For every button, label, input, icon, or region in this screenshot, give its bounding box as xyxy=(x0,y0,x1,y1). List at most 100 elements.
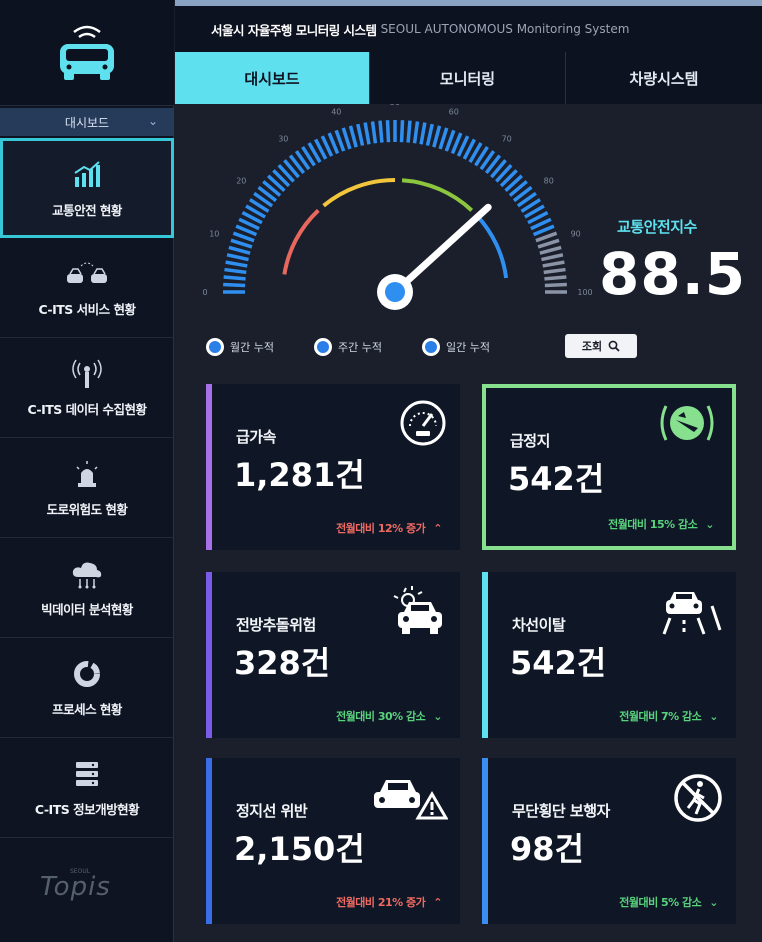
gauge-ticks xyxy=(223,120,567,294)
card-value: 98건 xyxy=(510,830,584,868)
gauge-tick xyxy=(226,253,249,262)
gauge-tick-label: 90 xyxy=(571,229,581,238)
no-pedestrian-icon xyxy=(674,774,722,822)
sidebar-item-label: 교통안전 현황 xyxy=(52,202,122,218)
gauge-tick xyxy=(537,238,560,249)
radio-dot-icon xyxy=(313,338,332,356)
gauge-tick xyxy=(444,129,456,152)
autonomous-bus-icon xyxy=(60,25,114,80)
gauge-hub-center xyxy=(385,282,405,302)
gauge-tick xyxy=(535,231,558,243)
chevron-down-icon: ⌄ xyxy=(705,517,714,531)
gauge-tick-label: 100 xyxy=(577,288,592,297)
dashboard-dropdown[interactable]: 대시보드 ⌄ xyxy=(0,108,174,136)
stat-card-lane-departure[interactable]: 차선이탈 542건 전월대비 7% 감소 ⌄ xyxy=(482,572,736,738)
chevron-down-icon: ⌄ xyxy=(433,709,442,723)
stat-card-jaywalking[interactable]: 무단횡단 보행자 98건 전월대비 5% 감소 ⌄ xyxy=(482,758,736,924)
gauge-tick xyxy=(230,238,253,249)
gauge-tick xyxy=(356,123,365,146)
card-value: 542건 xyxy=(508,460,605,498)
tab-monitoring[interactable]: 모니터링 xyxy=(369,52,565,104)
sidebar-item-process[interactable]: 프로세스 현황 xyxy=(0,638,174,738)
card-value: 328건 xyxy=(234,644,331,682)
card-change-text: 전월대비 7% 감소 xyxy=(619,710,702,723)
card-change-text: 전월대비 12% 증가 xyxy=(336,522,426,535)
query-button-label: 조회 xyxy=(581,340,603,353)
logo[interactable] xyxy=(0,0,174,106)
card-change: 전월대비 30% 감소 ⌄ xyxy=(336,708,442,724)
gauge-tick xyxy=(542,260,565,268)
card-change-text: 전월대비 5% 감소 xyxy=(619,896,702,909)
sidebar-item-label: 프로세스 현황 xyxy=(52,702,122,717)
card-title: 전방추돌위험 xyxy=(236,616,316,634)
card-title: 급가속 xyxy=(236,428,276,446)
gauge-tick xyxy=(363,122,371,145)
sidebar-item-label: 빅데이터 분석현황 xyxy=(41,602,133,617)
search-icon xyxy=(608,340,620,352)
card-change: 전월대비 21% 증가 ⌃ xyxy=(336,894,442,910)
chevron-down-icon: ⌄ xyxy=(709,709,718,723)
card-change: 전월대비 12% 증가 ⌃ xyxy=(336,520,442,536)
card-value: 2,150건 xyxy=(234,830,365,868)
gauge-color-segment xyxy=(475,213,509,279)
radio-dot-icon xyxy=(206,338,224,356)
sidebar-item-cits-open[interactable]: C-ITS 정보개방현황 xyxy=(0,738,174,838)
gauge-tick-labels: 0 10 20 30 40 50 60 70 80 90 100 xyxy=(202,104,592,297)
sidebar: 대시보드 ⌄ 교통안전 현황 C-ITS 서비스 현황 C-ITS 데이터 수집… xyxy=(0,0,174,942)
gauge-tick xyxy=(348,125,358,148)
gauge-tick xyxy=(399,120,405,143)
radio-daily[interactable]: 일간 누적 xyxy=(421,338,490,356)
gauge-tick-label: 20 xyxy=(236,176,246,185)
gauge-tick xyxy=(385,120,391,143)
card-title: 정지선 위반 xyxy=(236,802,308,820)
gauge-tick xyxy=(370,121,378,144)
safety-index-value: 88.5 xyxy=(599,240,747,308)
gauge-tick xyxy=(544,275,567,281)
radio-dot-icon xyxy=(421,338,440,356)
sidebar-item-cits-data[interactable]: C-ITS 데이터 수집현황 xyxy=(0,338,174,438)
gauge-color-arc xyxy=(282,178,509,279)
gauge-tick xyxy=(438,127,449,150)
tab-vehicle-system[interactable]: 차량시스템 xyxy=(565,52,762,104)
card-change: 전월대비 15% 감소 ⌄ xyxy=(608,516,714,532)
radio-label: 일간 누적 xyxy=(445,341,490,354)
warning-light-icon xyxy=(72,457,102,491)
antenna-icon xyxy=(70,357,104,391)
sidebar-item-label: C-ITS 정보개방현황 xyxy=(34,802,140,817)
sidebar-item-cits-service[interactable]: C-ITS 서비스 현황 xyxy=(0,238,174,338)
stat-card-sudden-stop[interactable]: 급정지 542건 전월대비 15% 감소 ⌄ xyxy=(482,384,736,550)
gauge-tick xyxy=(543,267,566,275)
system-title-kr: 서울시 자율주행 모니터링 시스템 xyxy=(211,22,377,38)
gauge-tick xyxy=(228,245,251,255)
speedometer-icon xyxy=(400,400,446,446)
brake-warning-icon xyxy=(660,405,714,441)
sidebar-item-traffic-safety[interactable]: 교통안전 현황 xyxy=(0,138,174,238)
tab-dashboard[interactable]: 대시보드 xyxy=(175,52,369,104)
query-button[interactable]: 조회 xyxy=(565,334,637,358)
radio-label: 월간 누적 xyxy=(230,341,274,354)
radio-monthly[interactable]: 월간 누적 xyxy=(206,338,274,356)
car-collision-icon xyxy=(393,586,442,634)
card-change: 전월대비 7% 감소 ⌄ xyxy=(619,708,718,724)
gauge-tick xyxy=(224,267,247,275)
chevron-up-icon: ⌃ xyxy=(433,895,442,909)
stat-card-forward-collision[interactable]: 전방추돌위험 328건 전월대비 30% 감소 ⌄ xyxy=(206,572,460,738)
sidebar-item-label: 도로위험도 현황 xyxy=(46,502,128,517)
safety-gauge-panel: 0 10 20 30 40 50 60 70 80 90 100 교통안전지수 88.5 xyxy=(175,104,762,374)
stat-card-hard-acceleration[interactable]: 급가속 1,281건 전월대비 12% 증가 ⌃ xyxy=(206,384,460,550)
gauge-tick xyxy=(223,275,246,281)
sidebar-item-road-risk[interactable]: 도로위험도 현황 xyxy=(0,438,174,538)
gauge-needle-line xyxy=(391,203,492,296)
gauge-tick xyxy=(378,120,384,143)
gauge-color-segment xyxy=(401,178,474,212)
card-title: 급정지 xyxy=(510,432,550,450)
cloud-data-icon xyxy=(70,557,104,591)
gauge-tick-label: 50 xyxy=(390,104,400,107)
stat-card-stop-line-violation[interactable]: 정지선 위반 2,150건 전월대비 21% 증가 ⌃ xyxy=(206,758,460,924)
gauge-tick xyxy=(341,127,352,150)
cars-icon xyxy=(65,257,109,291)
chevron-down-icon: ⌄ xyxy=(709,895,718,909)
sidebar-item-bigdata[interactable]: 빅데이터 분석현황 xyxy=(0,538,174,638)
radio-weekly[interactable]: 주간 누적 xyxy=(313,338,382,356)
sidebar-item-label: C-ITS 서비스 현황 xyxy=(38,302,136,317)
